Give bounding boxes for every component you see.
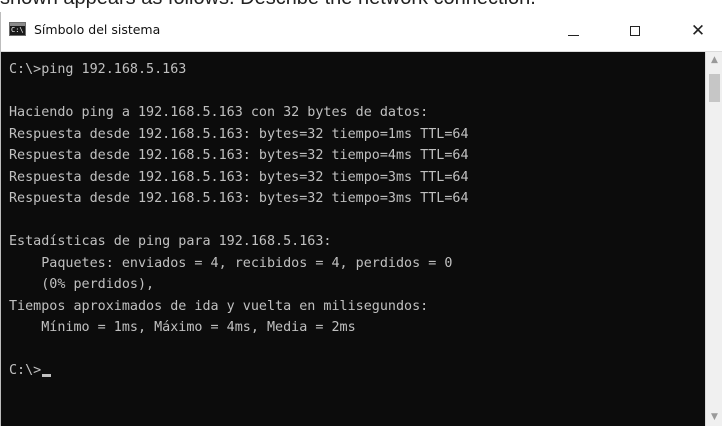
window-title: Símbolo del sistema xyxy=(34,22,161,37)
icon-text: C:\ xyxy=(11,26,24,34)
scrollbar-thumb[interactable] xyxy=(709,74,720,102)
chevron-up-icon[interactable]: ▲ xyxy=(706,52,722,69)
maximize-button[interactable] xyxy=(613,12,659,52)
minimize-button[interactable] xyxy=(551,12,597,52)
console-line: C:\>ping 192.168.5.163 xyxy=(9,62,187,77)
console-line: Respuesta desde 192.168.5.163: bytes=32 … xyxy=(9,148,469,163)
console-line: Estadísticas de ping para 192.168.5.163: xyxy=(9,234,332,249)
vertical-scrollbar[interactable]: ▲ ▼ xyxy=(705,52,722,426)
console-output[interactable]: C:\>ping 192.168.5.163 Haciendo ping a 1… xyxy=(9,59,699,424)
terminal-icon[interactable]: C:\ xyxy=(9,22,26,36)
prompt-line: C:\> xyxy=(9,363,42,378)
close-button[interactable]: ✕ xyxy=(675,12,721,52)
document-text-fragment: shown appears as follows. Describe the n… xyxy=(0,0,722,12)
title-bar[interactable]: C:\ Símbolo del sistema ✕ xyxy=(1,12,722,52)
command-prompt-window: C:\ Símbolo del sistema ✕ C:\>ping 192.1… xyxy=(0,12,722,426)
console-line: Tiempos aproximados de ida y vuelta en m… xyxy=(9,298,429,314)
text-cursor xyxy=(42,374,52,377)
console-line: (0% perdidos), xyxy=(9,277,155,292)
maximize-icon xyxy=(630,26,640,36)
console-line: Mínimo = 1ms, Máximo = 4ms, Media = 2ms xyxy=(9,320,356,335)
console-line: Paquetes: enviados = 4, recibidos = 4, p… xyxy=(9,255,453,271)
top-text: shown appears as follows. Describe the n… xyxy=(0,0,536,8)
console-line: Haciendo ping a 192.168.5.163 con 32 byt… xyxy=(9,105,429,120)
console-line: Respuesta desde 192.168.5.163: bytes=32 … xyxy=(9,191,469,206)
minimize-icon xyxy=(568,35,579,36)
close-icon: ✕ xyxy=(690,21,706,41)
chevron-down-icon[interactable]: ▼ xyxy=(706,409,722,426)
console-line: Respuesta desde 192.168.5.163: bytes=32 … xyxy=(9,126,469,142)
console-line: Respuesta desde 192.168.5.163: bytes=32 … xyxy=(9,169,469,185)
